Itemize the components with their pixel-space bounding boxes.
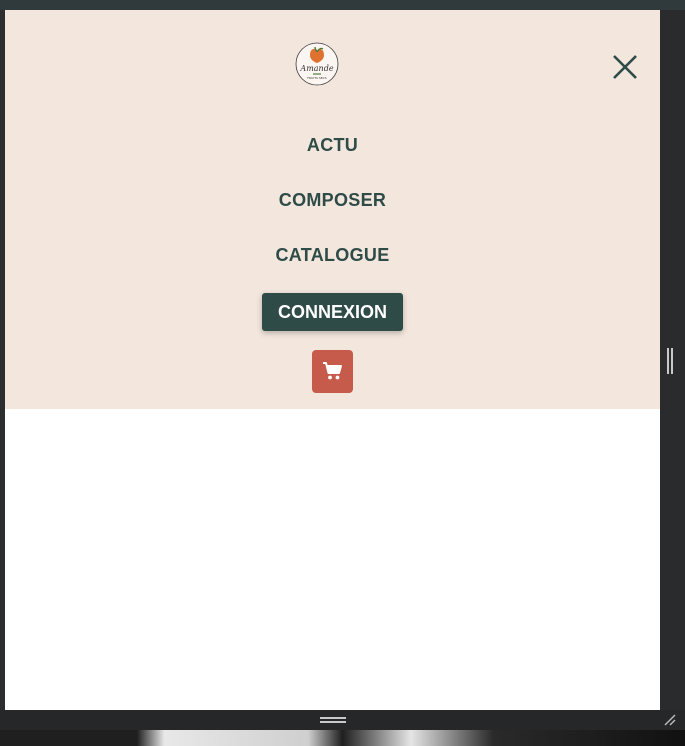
cart-button[interactable] <box>312 350 353 393</box>
horizontal-resize-handle[interactable] <box>320 717 346 724</box>
cart-icon <box>323 362 342 380</box>
window-top-edge <box>0 0 685 10</box>
mobile-menu-panel: Amande FRUITS SECS ACTU COMPOSER CATALOG… <box>5 10 660 409</box>
vertical-resize-handle[interactable] <box>667 348 673 374</box>
background-image-strip <box>0 730 685 746</box>
logo-emblem-icon: Amande FRUITS SECS <box>295 42 339 86</box>
resize-corner-icon <box>664 714 676 726</box>
nav-link-catalogue[interactable]: CATALOGUE <box>5 245 660 266</box>
corner-resize-handle[interactable] <box>663 713 677 727</box>
nav-link-composer[interactable]: COMPOSER <box>5 190 660 211</box>
logo-subtext: FRUITS SECS <box>307 76 326 80</box>
close-menu-button[interactable] <box>609 52 641 84</box>
nav-link-actu[interactable]: ACTU <box>5 135 660 156</box>
logo-text: Amande <box>299 64 333 73</box>
brand-logo[interactable]: Amande FRUITS SECS <box>295 42 339 86</box>
viewport-frame: Amande FRUITS SECS ACTU COMPOSER CATALOG… <box>5 10 660 710</box>
close-icon <box>613 55 637 79</box>
login-button[interactable]: CONNEXION <box>262 293 403 331</box>
